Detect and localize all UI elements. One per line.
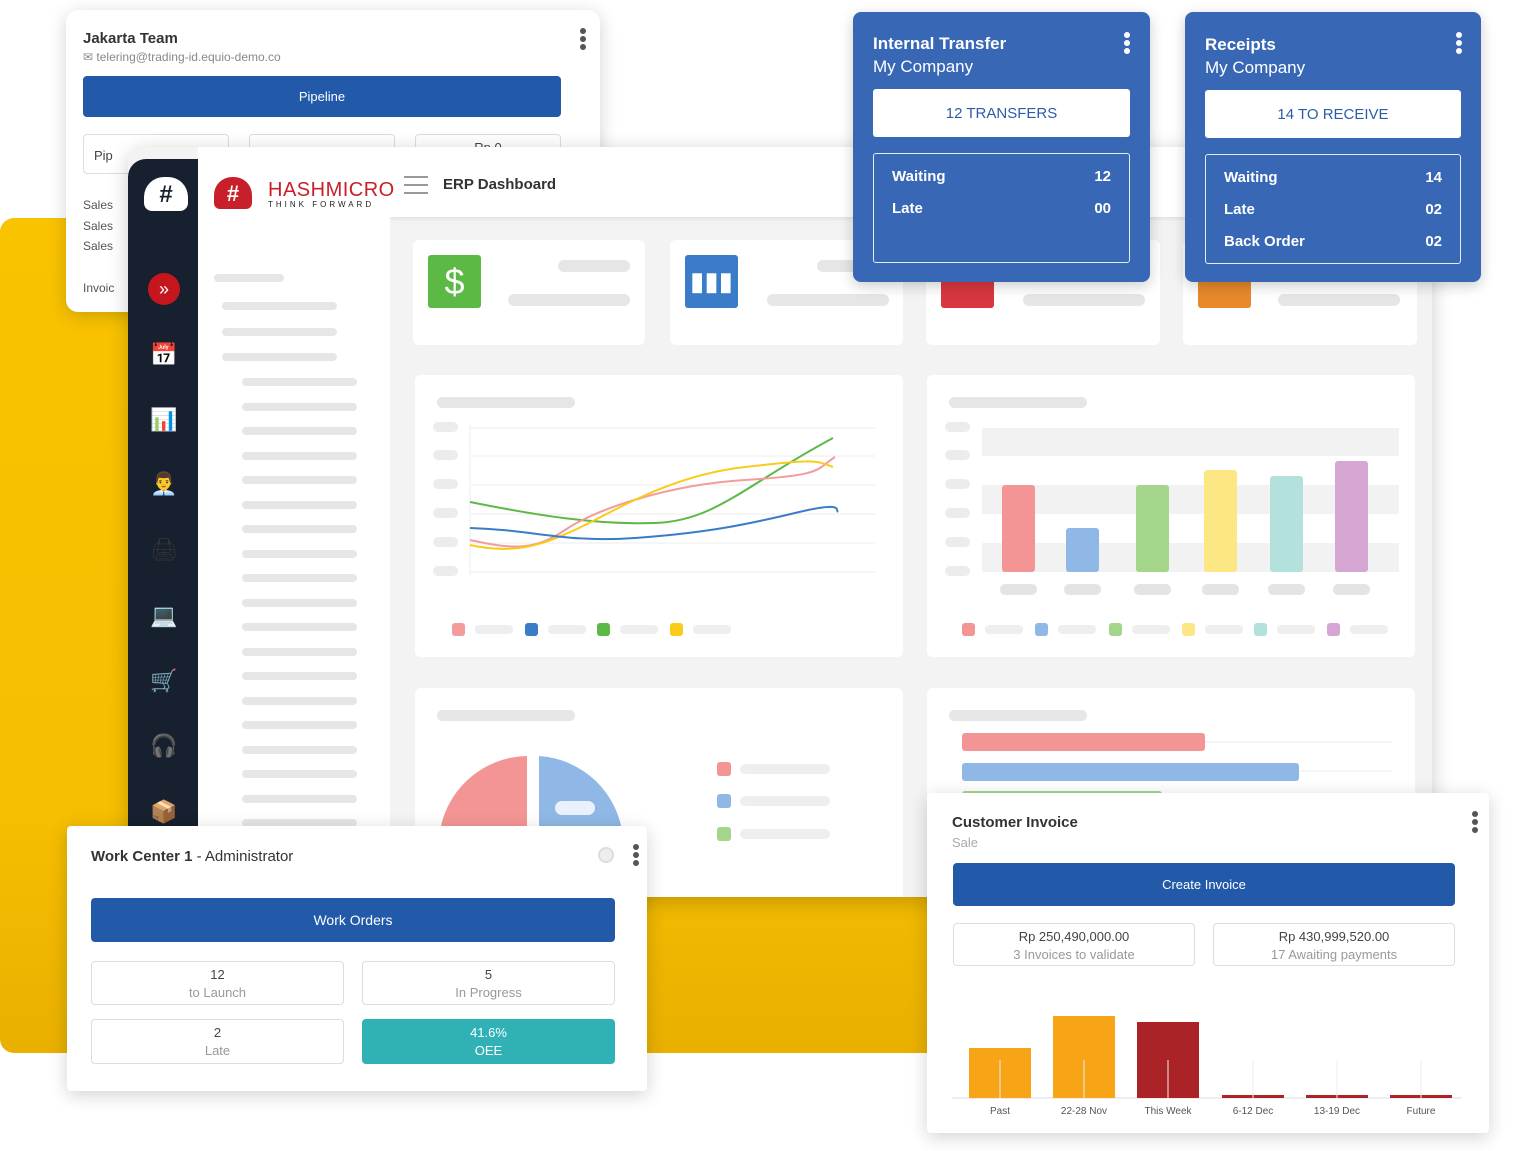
sales-link[interactable]: Sales xyxy=(83,195,114,216)
stat-box[interactable]: 2 Late xyxy=(91,1019,344,1064)
series-green xyxy=(469,437,834,525)
transfers-button[interactable]: 12 TRANSFERS xyxy=(873,89,1130,137)
x-tick-label: Past xyxy=(990,1106,1010,1117)
line-chart xyxy=(433,422,875,636)
menu-placeholder xyxy=(222,328,337,336)
calendar-icon[interactable]: 📅 xyxy=(148,339,180,371)
work-orders-button[interactable]: Work Orders xyxy=(91,898,615,942)
logo-icon: # xyxy=(214,177,252,209)
menu-placeholder xyxy=(242,647,357,656)
receive-button[interactable]: 14 TO RECEIVE xyxy=(1205,90,1461,138)
receipts-card: Receipts My Company 14 TO RECEIVE Waiting… xyxy=(1185,12,1481,282)
page-title: ERP Dashboard xyxy=(443,176,557,193)
menu-placeholder xyxy=(242,598,357,607)
card-company: My Company xyxy=(1205,58,1306,77)
menu-placeholder xyxy=(242,525,357,533)
menu-placeholder xyxy=(242,672,357,680)
stat-box[interactable]: 12 to Launch xyxy=(91,961,344,1005)
menu-placeholder xyxy=(242,549,357,558)
menu-panel: # HASHMICRO THINK FORWARD xyxy=(198,147,394,897)
status-list: Waiting 12 Late 00 xyxy=(873,153,1130,263)
line-chart-panel xyxy=(415,375,903,657)
more-icon[interactable] xyxy=(1124,32,1130,56)
x-tick-label: 13-19 Dec xyxy=(1314,1106,1360,1117)
menu-placeholder xyxy=(242,427,357,435)
more-icon[interactable] xyxy=(580,28,586,52)
status-row[interactable]: Back Order 02 xyxy=(1206,225,1460,257)
menu-placeholder xyxy=(242,574,357,582)
customer-invoice-card: Customer Invoice Sale Create Invoice Rp … xyxy=(927,793,1489,1133)
bar-chart-icon[interactable]: 📊 xyxy=(148,404,180,436)
cart-icon[interactable]: 🛒 xyxy=(148,665,180,697)
hamburger-icon[interactable] xyxy=(404,176,428,194)
bar-chart-icon: ▮▮▮ xyxy=(685,255,738,308)
status-row[interactable]: Late 02 xyxy=(1206,193,1460,225)
sales-link[interactable]: Sales xyxy=(83,216,114,237)
menu-placeholder xyxy=(242,476,357,484)
status-row[interactable]: Late 00 xyxy=(874,192,1129,224)
x-tick-label: Future xyxy=(1407,1106,1436,1117)
x-tick-label: This Week xyxy=(1144,1106,1192,1117)
menu-placeholder xyxy=(242,794,357,803)
menu-placeholder xyxy=(242,378,357,386)
menu-placeholder xyxy=(242,696,357,705)
x-tick-label: 6-12 Dec xyxy=(1233,1106,1274,1117)
menu-placeholder xyxy=(242,402,357,411)
sidebar xyxy=(128,159,198,897)
menu-placeholder xyxy=(222,302,337,310)
card-title: Receipts xyxy=(1205,35,1276,54)
menu-placeholder xyxy=(214,274,284,282)
support-icon[interactable]: 🎧 xyxy=(148,730,180,762)
status-row[interactable]: Waiting 12 xyxy=(874,160,1129,192)
menu-placeholder xyxy=(222,353,337,361)
mail-icon: ✉ xyxy=(83,50,97,64)
app-logo-icon: # xyxy=(144,177,188,211)
work-center-card: Work Center 1 - Administrator Work Order… xyxy=(67,826,647,1091)
menu-placeholder xyxy=(242,721,357,729)
team-title: Jakarta Team xyxy=(83,30,178,47)
box-icon[interactable]: 📦 xyxy=(148,796,180,828)
printer-icon[interactable]: 🖨 xyxy=(148,534,180,566)
more-icon[interactable] xyxy=(633,844,639,868)
team-email: telering@trading-id.equio-demo.co xyxy=(96,50,281,64)
card-role: - Administrator xyxy=(196,848,294,865)
card-title: Work Center 1 xyxy=(91,848,193,865)
invoice-bar-chart: Past 22-28 Nov This Week 6-12 Dec 13-19 Dec F… xyxy=(952,1016,1462,1117)
bar-chart xyxy=(945,422,1399,636)
invoice-link[interactable]: Invoic xyxy=(83,278,114,299)
x-tick-label: 22-28 Nov xyxy=(1061,1106,1107,1117)
brand-tagline: THINK FORWARD xyxy=(268,200,375,209)
sales-link[interactable]: Sales xyxy=(83,236,114,257)
card-company: My Company xyxy=(873,57,974,76)
menu-placeholder xyxy=(242,451,357,460)
bar-chart-panel xyxy=(927,375,1415,657)
pipeline-button[interactable]: Pipeline xyxy=(83,76,561,117)
status-indicator-icon xyxy=(598,847,614,863)
employee-icon[interactable]: 👨‍💼 xyxy=(148,468,180,500)
status-row[interactable]: Waiting 14 xyxy=(1206,161,1460,193)
stat-card: $ xyxy=(413,240,645,345)
menu-placeholder xyxy=(242,623,357,631)
brand-name: HASHMICRO xyxy=(268,179,395,201)
menu-placeholder xyxy=(242,500,357,509)
menu-placeholder xyxy=(242,745,357,754)
computer-icon[interactable]: 💻 xyxy=(148,600,180,632)
card-title: Internal Transfer xyxy=(873,34,1007,53)
menu-placeholder xyxy=(242,770,357,778)
more-icon[interactable] xyxy=(1456,32,1462,56)
stat-box[interactable]: 5 In Progress xyxy=(362,961,615,1005)
internal-transfer-card: Internal Transfer My Company 12 TRANSFERS… xyxy=(853,12,1150,282)
expand-icon[interactable]: » xyxy=(148,273,180,305)
status-list: Waiting 14 Late 02 Back Order 02 xyxy=(1205,154,1461,264)
oee-box[interactable]: 41.6% OEE xyxy=(362,1019,615,1064)
dollar-icon: $ xyxy=(428,255,481,308)
